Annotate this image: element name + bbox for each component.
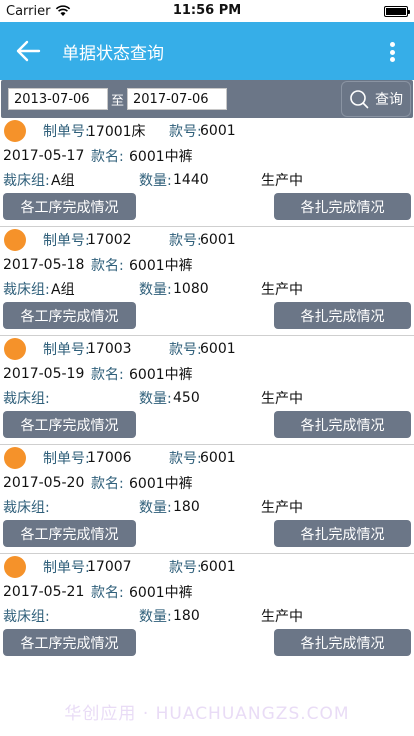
back-arrow-icon — [16, 40, 41, 62]
order-no-value: 17003 — [87, 341, 132, 357]
app-header: 单据状态查询 — [0, 22, 414, 80]
page-title: 单据状态查询 — [62, 43, 164, 64]
style-no-label: 款号: — [169, 560, 202, 576]
status-text: 生产中 — [261, 282, 303, 298]
order-no-value: 17001床 — [87, 124, 146, 140]
back-button[interactable] — [0, 22, 56, 80]
style-name-value: 6001中裤 — [129, 258, 193, 274]
status-dot-icon — [4, 556, 26, 578]
style-name-label: 款名: — [91, 149, 124, 165]
carrier-label: Carrier — [6, 3, 51, 19]
cut-group-label: 裁床组: — [3, 500, 50, 516]
style-no-value: 6001 — [200, 123, 236, 139]
watermark: 华创应用 · HUACHUANGZS.COM — [64, 704, 350, 724]
status-bar: Carrier 11:56 PM — [0, 0, 414, 22]
style-no-value: 6001 — [200, 450, 236, 466]
status-dot-icon — [4, 229, 26, 251]
date-separator: 至 — [111, 93, 125, 109]
style-name-value: 6001中裤 — [129, 367, 193, 383]
status-dot-icon — [4, 447, 26, 469]
end-date-input[interactable] — [127, 88, 228, 110]
bundle-status-button[interactable]: 各扎完成情况 — [274, 629, 411, 656]
style-no-label: 款号: — [169, 124, 202, 140]
style-no-label: 款号: — [169, 451, 202, 467]
quantity-value: 180 — [173, 608, 200, 624]
process-status-button[interactable]: 各工序完成情况 — [3, 629, 136, 656]
process-status-button[interactable]: 各工序完成情况 — [3, 193, 136, 220]
order-no-value: 17002 — [87, 232, 132, 248]
style-name-label: 款名: — [91, 585, 124, 601]
order-date: 2017-05-21 — [3, 584, 85, 600]
quantity-value: 1080 — [173, 281, 209, 297]
order-item: 制单号: 17001床 款号: 6001 2017-05-17 款名: 6001… — [0, 118, 414, 227]
bundle-status-button[interactable]: 各扎完成情况 — [274, 302, 411, 329]
search-button[interactable]: 查询 — [341, 81, 411, 117]
cut-group-label: 裁床组: — [3, 391, 50, 407]
order-no-label: 制单号: — [43, 233, 90, 249]
style-name-value: 6001中裤 — [129, 476, 193, 492]
order-item: 制单号: 17002 款号: 6001 2017-05-18 款名: 6001中… — [0, 227, 414, 336]
quantity-label: 数量: — [139, 173, 172, 189]
style-name-value: 6001中裤 — [129, 149, 193, 165]
order-list: 制单号: 17001床 款号: 6001 2017-05-17 款名: 6001… — [0, 118, 414, 663]
quantity-value: 180 — [173, 499, 200, 515]
cut-group-label: 裁床组: — [3, 173, 50, 189]
process-status-button[interactable]: 各工序完成情况 — [3, 411, 136, 438]
style-name-label: 款名: — [91, 367, 124, 383]
style-no-value: 6001 — [200, 559, 236, 575]
style-no-value: 6001 — [200, 341, 236, 357]
style-name-value: 6001中裤 — [129, 585, 193, 601]
more-dot-icon — [389, 49, 395, 55]
quantity-label: 数量: — [139, 282, 172, 298]
start-date-input[interactable] — [8, 88, 108, 110]
status-dot-icon — [4, 338, 26, 360]
status-text: 生产中 — [261, 391, 303, 407]
bundle-status-button[interactable]: 各扎完成情况 — [274, 520, 411, 547]
order-item: 制单号: 17003 款号: 6001 2017-05-19 款名: 6001中… — [0, 336, 414, 445]
status-text: 生产中 — [261, 500, 303, 516]
status-dot-icon — [4, 120, 26, 142]
search-button-label: 查询 — [375, 92, 403, 108]
order-no-value: 17007 — [87, 559, 132, 575]
quantity-value: 1440 — [173, 172, 209, 188]
bundle-status-button[interactable]: 各扎完成情况 — [274, 411, 411, 438]
order-date: 2017-05-17 — [3, 148, 85, 164]
quantity-label: 数量: — [139, 609, 172, 625]
cut-group-label: 裁床组: — [3, 609, 50, 625]
quantity-value: 450 — [173, 390, 200, 406]
order-no-label: 制单号: — [43, 451, 90, 467]
battery-icon — [384, 5, 410, 17]
more-dot-icon — [389, 57, 395, 62]
order-no-label: 制单号: — [43, 124, 90, 140]
more-menu-button[interactable] — [382, 37, 402, 67]
order-date: 2017-05-19 — [3, 366, 85, 382]
quantity-label: 数量: — [139, 500, 172, 516]
wifi-icon — [56, 5, 71, 16]
filter-bar: 至 查询 — [1, 80, 413, 118]
quantity-label: 数量: — [139, 391, 172, 407]
process-status-button[interactable]: 各工序完成情况 — [3, 520, 136, 547]
cut-group-value: A组 — [51, 173, 75, 189]
status-text: 生产中 — [261, 609, 303, 625]
status-left: Carrier — [6, 4, 71, 19]
style-no-label: 款号: — [169, 233, 202, 249]
style-name-label: 款名: — [91, 476, 124, 492]
order-no-value: 17006 — [87, 450, 132, 466]
order-item: 制单号: 17007 款号: 6001 2017-05-21 款名: 6001中… — [0, 554, 414, 663]
order-no-label: 制单号: — [43, 560, 90, 576]
cut-group-label: 裁床组: — [3, 282, 50, 298]
order-date: 2017-05-18 — [3, 257, 85, 273]
order-item: 制单号: 17006 款号: 6001 2017-05-20 款名: 6001中… — [0, 445, 414, 554]
more-dot-icon — [389, 42, 395, 47]
bundle-status-button[interactable]: 各扎完成情况 — [274, 193, 411, 220]
order-no-label: 制单号: — [43, 342, 90, 358]
status-text: 生产中 — [261, 173, 303, 189]
style-no-value: 6001 — [200, 232, 236, 248]
process-status-button[interactable]: 各工序完成情况 — [3, 302, 136, 329]
style-name-label: 款名: — [91, 258, 124, 274]
order-date: 2017-05-20 — [3, 475, 85, 491]
search-icon — [350, 90, 369, 109]
style-no-label: 款号: — [169, 342, 202, 358]
cut-group-value: A组 — [51, 282, 75, 298]
